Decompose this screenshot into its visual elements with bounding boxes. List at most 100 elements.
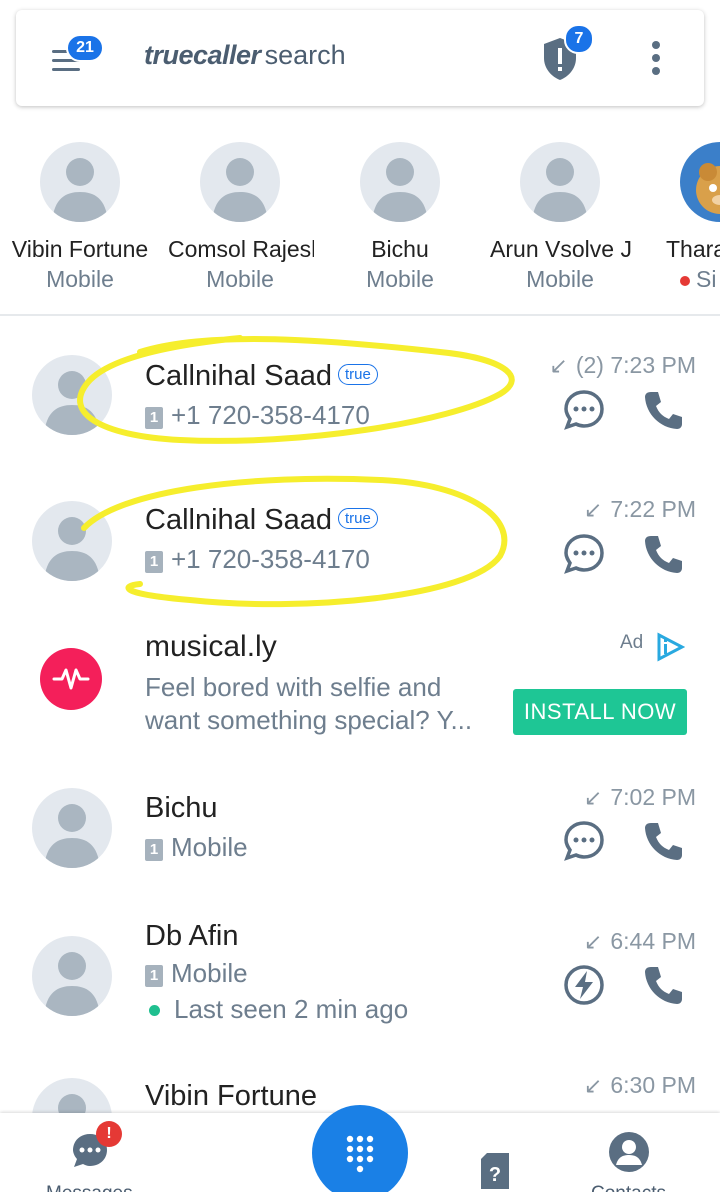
number-type: Mobile <box>171 958 248 988</box>
call-time: ↙ 7:22 PM <box>584 496 696 523</box>
last-seen-status: Last seen 2 min ago <box>145 994 408 1025</box>
phone-icon <box>645 967 682 1004</box>
person-icon <box>52 158 108 222</box>
messages-badge: ! <box>96 1121 122 1147</box>
avatar <box>32 355 112 435</box>
ad-label: Ad <box>620 632 644 653</box>
last-seen-text: Last seen 2 min ago <box>174 994 409 1024</box>
nav-messages[interactable]: ! <box>70 1121 122 1171</box>
person-icon <box>372 158 428 222</box>
menu-button[interactable]: 21 <box>52 34 104 76</box>
cartoon-avatar-icon <box>696 163 720 214</box>
contacts-icon <box>609 1132 649 1172</box>
incoming-call-icon: ↙ <box>583 497 603 522</box>
call-log-row[interactable]: Callnihal Saad true 1 +1 720-358-4170 ↙ (2)… <box>0 330 720 470</box>
frequent-contact-type: Mobile <box>206 266 274 292</box>
spam-shield-button[interactable]: 7 <box>540 24 594 82</box>
person-icon <box>44 804 100 868</box>
chat-bubble-icon <box>564 534 604 574</box>
avatar <box>32 1078 112 1113</box>
frequent-contact-type: Mobile <box>46 266 114 292</box>
chat-bubble-icon <box>564 390 604 430</box>
person-icon <box>44 952 100 1016</box>
adchoices-icon[interactable] <box>655 632 686 662</box>
message-button[interactable] <box>563 820 605 862</box>
search-placeholder[interactable]: truecaller search <box>144 40 346 71</box>
brand-logo-text: truecaller <box>144 40 261 70</box>
install-now-button[interactable]: INSTALL NOW <box>513 689 687 735</box>
message-button[interactable] <box>563 533 605 575</box>
number-type: Mobile <box>171 832 248 862</box>
nav-contacts-label[interactable]: Contacts <box>591 1183 666 1192</box>
nav-contacts[interactable] <box>608 1131 650 1173</box>
sim-icon: 1 <box>145 965 163 987</box>
caller-name-text: Callnihal Saad <box>145 360 333 392</box>
incoming-call-icon: ↙ <box>583 1073 603 1098</box>
dialpad-icon <box>346 1135 374 1173</box>
call-time: ↙ 6:44 PM <box>584 928 696 955</box>
dialpad-button[interactable] <box>312 1105 408 1192</box>
unknown-sim-icon: ? <box>481 1153 509 1189</box>
call-button[interactable] <box>642 964 684 1006</box>
frequent-contacts: Vibin Fortune Mobile Comsol Rajesh Mobil… <box>0 130 720 300</box>
call-log-row[interactable]: Callnihal Saad true 1 +1 720-358-4170 ↙ 7:2… <box>0 474 720 614</box>
avatar <box>360 142 440 222</box>
online-dot <box>149 1004 160 1016</box>
call-time-text: 7:23 PM <box>610 352 696 378</box>
musically-icon <box>52 668 90 690</box>
call-button[interactable] <box>642 820 684 862</box>
person-icon <box>44 371 100 435</box>
sim-icon: 1 <box>145 551 163 573</box>
menu-badge: 21 <box>66 34 104 62</box>
phone-icon <box>645 392 682 429</box>
nav-messages-label[interactable]: Messages <box>46 1183 133 1192</box>
call-button[interactable] <box>642 389 684 431</box>
call-time: ↙ (2) 7:23 PM <box>549 352 696 379</box>
frequent-contact-type: Mobile <box>526 266 594 292</box>
ad-description-line-2: want something special? Y... <box>145 705 473 735</box>
search-label: search <box>264 40 346 70</box>
message-button[interactable] <box>563 389 605 431</box>
shield-badge: 7 <box>564 24 594 54</box>
call-time-text: 7:02 PM <box>610 784 696 810</box>
nav-unknown-calls[interactable]: ? <box>479 1151 511 1191</box>
avatar <box>40 142 120 222</box>
avatar <box>680 142 720 222</box>
adchoices-triangle-icon <box>657 632 686 662</box>
flash-button[interactable] <box>563 964 605 1006</box>
sim-icon: 1 <box>145 407 163 429</box>
person-icon <box>58 1094 86 1113</box>
status-dot-red <box>680 275 690 286</box>
avatar <box>32 788 112 868</box>
divider <box>0 314 720 316</box>
avatar <box>200 142 280 222</box>
svg-text:?: ? <box>489 1164 501 1186</box>
avatar <box>32 936 112 1016</box>
call-log-row[interactable]: Db Afin 1 Mobile Last seen 2 min ago ↙ 6:4… <box>0 906 720 1066</box>
ad-description-line-1: Feel bored with selfie and <box>145 672 442 702</box>
person-icon <box>44 517 100 581</box>
musically-logo[interactable] <box>40 648 102 710</box>
frequent-contact-type: Si <box>680 266 720 293</box>
call-button[interactable] <box>642 533 684 575</box>
ad-title[interactable]: musical.ly <box>145 630 277 664</box>
caller-name: Db Afin <box>145 920 239 952</box>
avatar <box>520 142 600 222</box>
incoming-call-icon: ↙ <box>583 929 603 954</box>
call-log-row[interactable]: Bichu 1 Mobile ↙ 7:02 PM <box>0 762 720 902</box>
more-options-button[interactable] <box>642 38 670 78</box>
phone-number: +1 720-358-4170 <box>171 400 370 430</box>
incoming-call-icon: ↙ <box>549 353 568 378</box>
person-icon <box>532 158 588 222</box>
person-icon <box>212 158 268 222</box>
incoming-call-icon: ↙ <box>583 785 603 810</box>
flash-icon <box>564 965 604 1005</box>
caller-number: 1 +1 720-358-4170 <box>145 400 370 431</box>
caller-name: Callnihal Saad true <box>145 504 378 537</box>
call-time-text: 6:44 PM <box>610 928 696 954</box>
chat-bubble-icon <box>564 821 604 861</box>
call-time-text: 7:22 PM <box>610 496 696 522</box>
truecaller-verified-badge: true <box>338 364 378 385</box>
caller-name-text: Callnihal Saad <box>145 504 333 536</box>
search-bar[interactable]: 21 truecaller search 7 <box>16 10 704 106</box>
